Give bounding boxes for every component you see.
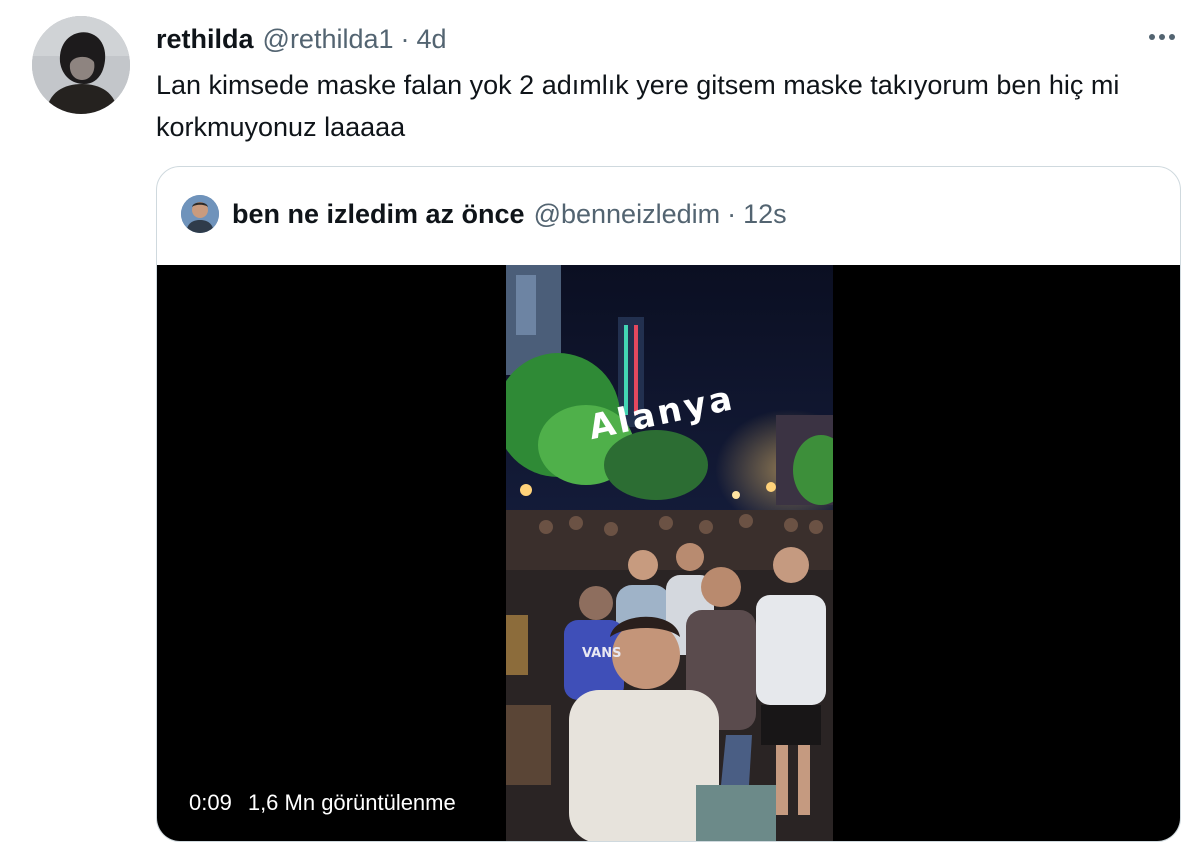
more-horizontal-icon xyxy=(1149,34,1175,40)
tweet-header: rethilda @rethilda1 · 4d xyxy=(156,22,447,56)
more-options-button[interactable] xyxy=(1140,20,1184,54)
user-handle[interactable]: @rethilda1 xyxy=(263,24,394,55)
avatar[interactable] xyxy=(32,16,130,114)
shirt-logo-text: VANS xyxy=(582,646,621,661)
separator-dot: · xyxy=(400,23,410,54)
quoted-tweet-card[interactable]: ben ne izledim az önce @benneizledim · 1… xyxy=(156,166,1181,842)
separator-dot: · xyxy=(727,198,737,229)
quoted-tweet-header: ben ne izledim az önce @benneizledim · 1… xyxy=(181,195,787,233)
video-thumbnail: Alanya VANS xyxy=(506,265,833,841)
timestamp[interactable]: 4d xyxy=(417,24,447,55)
video-player[interactable]: Alanya VANS 0:09 1,6 Mn görüntülenme xyxy=(157,265,1180,841)
quoted-user-handle[interactable]: @benneizledim xyxy=(534,199,721,230)
view-count: 1,6 Mn görüntülenme xyxy=(247,790,456,815)
quoted-avatar-image xyxy=(181,195,219,233)
quoted-display-name[interactable]: ben ne izledim az önce xyxy=(232,199,525,230)
display-name[interactable]: rethilda xyxy=(156,24,254,55)
video-info-pill: 0:09 1,6 Mn görüntülenme xyxy=(177,785,468,821)
quoted-timestamp[interactable]: 12s xyxy=(743,199,787,230)
video-duration: 0:09 xyxy=(189,790,232,815)
quoted-avatar[interactable] xyxy=(181,195,219,233)
avatar-image xyxy=(32,16,130,114)
tweet-text: Lan kimsede maske falan yok 2 adımlık ye… xyxy=(156,70,1120,142)
